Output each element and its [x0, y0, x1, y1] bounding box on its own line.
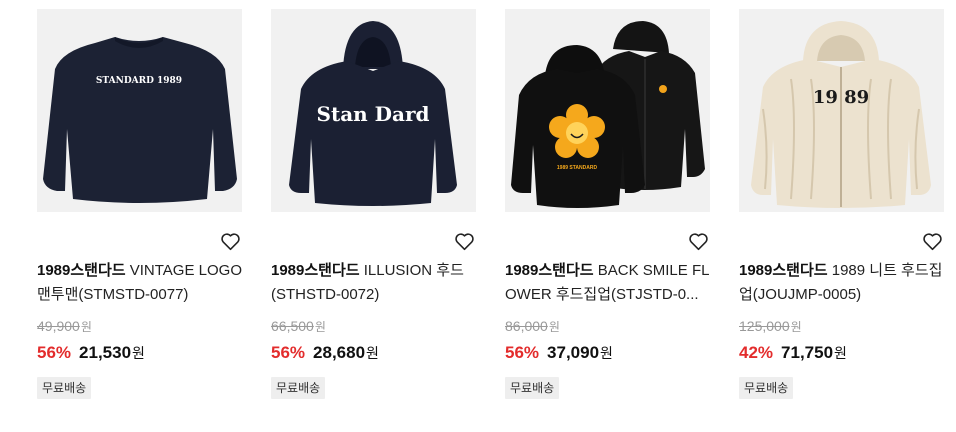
sale-price: 71,750	[781, 343, 834, 362]
discount-rate: 56%	[271, 343, 306, 362]
discount-rate: 42%	[739, 343, 774, 362]
original-price: 66,500원	[271, 318, 326, 335]
sale-price-row: 56% 37,090원	[505, 343, 613, 363]
currency-unit: 원	[548, 320, 560, 334]
free-shipping-badge: 무료배송	[505, 377, 560, 399]
currency-unit: 원	[790, 320, 802, 334]
wishlist-heart-icon[interactable]	[920, 230, 944, 252]
wishlist-heart-icon[interactable]	[218, 230, 242, 252]
discount-rate: 56%	[37, 343, 72, 362]
product-card[interactable]: 1989 STANDARD 1989스탠다드 BACK SMILE FLOWER…	[505, 0, 710, 432]
original-price: 49,900원	[37, 318, 92, 335]
original-price: 86,000원	[505, 318, 560, 335]
free-shipping-badge: 무료배송	[739, 377, 794, 399]
product-card[interactable]: 19 89 1989스탠다드 1989 니트 후드집업(JOUJMP-0005)…	[739, 0, 944, 432]
currency-unit: 원	[366, 345, 379, 361]
product-brand: 1989스탠다드	[739, 262, 828, 279]
product-image[interactable]: Stan Dard	[271, 9, 476, 212]
currency-unit: 원	[80, 320, 92, 334]
currency-unit: 원	[314, 320, 326, 334]
navy-hoodie-image: Stan Dard	[289, 21, 457, 206]
product-image[interactable]: STANDARD 1989	[37, 9, 242, 212]
product-title[interactable]: 1989스탠다드 VINTAGE LOGO 맨투맨(STMSTD-0077)	[37, 259, 242, 307]
currency-unit: 원	[600, 345, 613, 361]
original-price: 125,000원	[739, 318, 802, 335]
product-card[interactable]: Stan Dard 1989스탠다드 ILLUSION 후드(STHSTD-00…	[271, 0, 476, 432]
original-price-value: 125,000	[739, 318, 790, 334]
product-card[interactable]: STANDARD 1989 1989스탠다드 VINTAGE LOGO 맨투맨(…	[37, 0, 242, 432]
sale-price-row: 56% 28,680원	[271, 343, 379, 363]
free-shipping-badge: 무료배송	[37, 377, 92, 399]
knit-print: 19 89	[813, 87, 869, 108]
original-price-value: 86,000	[505, 318, 548, 334]
product-title[interactable]: 1989스탠다드 BACK SMILE FLOWER 후드집업(STJSTD-0…	[505, 259, 710, 307]
sweatshirt-print: STANDARD 1989	[96, 76, 182, 86]
cream-knit-zip-hoodie-image: 19 89	[751, 21, 931, 208]
wishlist-heart-icon[interactable]	[686, 230, 710, 252]
discount-rate: 56%	[505, 343, 540, 362]
currency-unit: 원	[132, 345, 145, 361]
product-image[interactable]: 19 89	[739, 9, 944, 212]
currency-unit: 원	[834, 345, 847, 361]
product-image[interactable]: 1989 STANDARD	[505, 9, 710, 212]
sale-price: 28,680	[313, 343, 366, 362]
sale-price: 37,090	[547, 343, 600, 362]
sale-price-row: 42% 71,750원	[739, 343, 847, 363]
original-price-value: 49,900	[37, 318, 80, 334]
wishlist-heart-icon[interactable]	[452, 230, 476, 252]
sale-price: 21,530	[79, 343, 132, 362]
black-zip-hoodie-image: 1989 STANDARD	[511, 21, 705, 208]
product-title[interactable]: 1989스탠다드 ILLUSION 후드(STHSTD-0072)	[271, 259, 476, 307]
navy-sweatshirt-image: STANDARD 1989	[43, 37, 237, 203]
original-price-value: 66,500	[271, 318, 314, 334]
product-brand: 1989스탠다드	[505, 262, 594, 279]
product-brand: 1989스탠다드	[37, 262, 126, 279]
hoodie-print: 1989 STANDARD	[557, 165, 598, 171]
hoodie-print: Stan Dard	[317, 102, 430, 126]
sale-price-row: 56% 21,530원	[37, 343, 145, 363]
free-shipping-badge: 무료배송	[271, 377, 326, 399]
product-grid: STANDARD 1989 1989스탠다드 VINTAGE LOGO 맨투맨(…	[0, 0, 956, 432]
product-brand: 1989스탠다드	[271, 262, 360, 279]
product-title[interactable]: 1989스탠다드 1989 니트 후드집업(JOUJMP-0005)	[739, 259, 944, 307]
